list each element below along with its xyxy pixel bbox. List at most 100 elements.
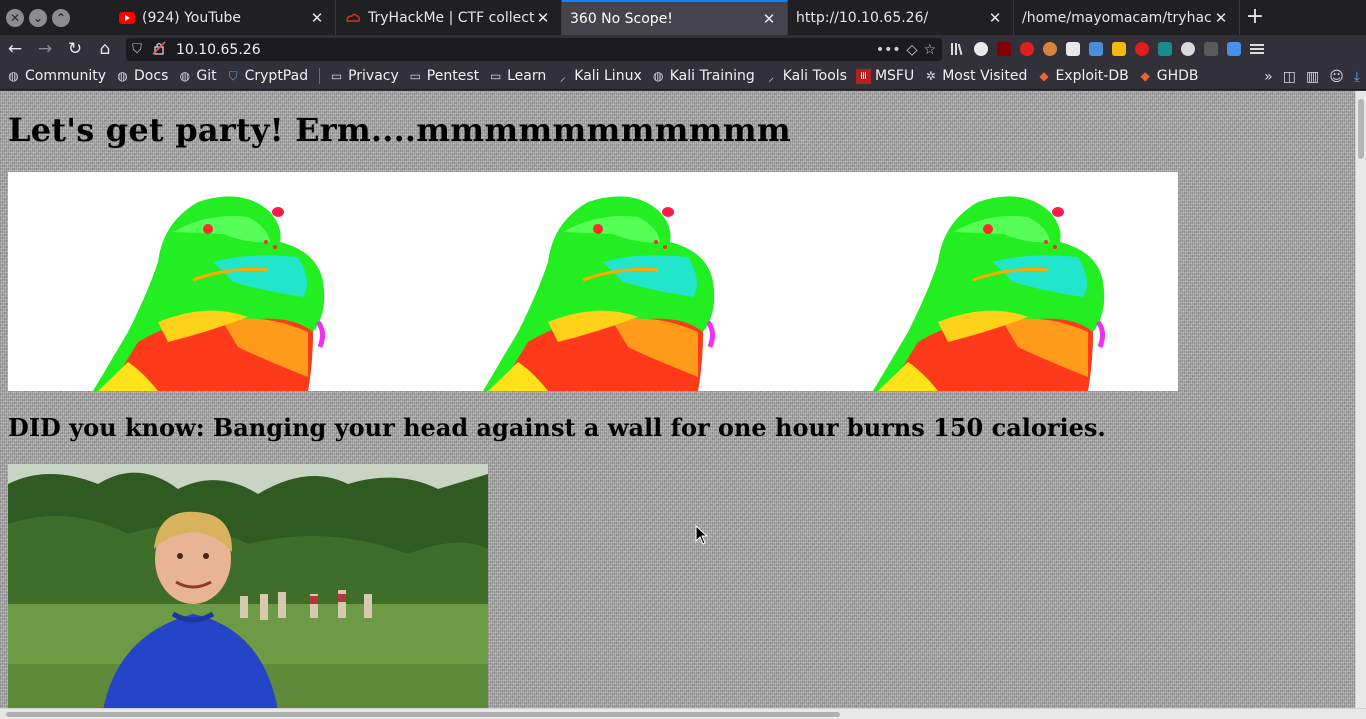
red-s-icon[interactable]	[1130, 35, 1153, 63]
bookmark-label: Exploit-DB	[1055, 68, 1129, 84]
pocket-icon[interactable]: ◇	[907, 42, 918, 58]
url-bar[interactable]: ⛉ 10.10.65.26 ••• ◇ ☆	[126, 38, 942, 61]
mask-icon[interactable]: ☺	[1329, 69, 1344, 85]
tab-title: 360 No Scope!	[570, 10, 673, 27]
bookmark-docs[interactable]: ◍ Docs	[115, 68, 168, 84]
bookmark-kali-training[interactable]: ◍ Kali Training	[651, 68, 755, 84]
tab-close-icon[interactable]: ✕	[535, 9, 551, 27]
tab-ip-address[interactable]: http://10.10.65.26/ ✕	[788, 0, 1014, 35]
bookmark-label: MSFU	[874, 68, 915, 84]
horizontal-scrollbar-thumb[interactable]	[6, 712, 840, 717]
globe-icon: ◍	[8, 69, 19, 83]
bookmark-label: Learn	[507, 68, 547, 84]
globe-icon: ◍	[652, 69, 664, 83]
bookmark-kali-tools[interactable]: ⸝ Kali Tools	[764, 68, 847, 84]
kali-icon: ⸝	[559, 69, 566, 84]
cookie-icon[interactable]	[1038, 35, 1061, 63]
shield-icon[interactable]: ⛉	[126, 42, 148, 57]
window-controls: ✕ ⌄ ⌃	[0, 0, 110, 35]
translate-icon[interactable]	[1222, 35, 1245, 63]
tab-close-icon[interactable]: ✕	[761, 10, 777, 28]
tab-local-file[interactable]: /home/mayomacam/tryhack ✕	[1014, 0, 1240, 35]
terminal-icon[interactable]	[1107, 35, 1130, 63]
sidebar-icon[interactable]: ◫	[1283, 69, 1296, 85]
more-bookmarks-button[interactable]: »	[1264, 69, 1273, 85]
bookmark-kali-linux[interactable]: ⸝ Kali Linux	[555, 68, 642, 84]
exploitdb-icon: ◆	[1140, 69, 1150, 83]
reload-button[interactable]: ↻	[60, 35, 90, 63]
home-button[interactable]: ⌂	[90, 35, 120, 63]
bookmark-label: Kali Tools	[782, 68, 847, 84]
stop-icon[interactable]	[1015, 35, 1038, 63]
ninja-icon[interactable]	[969, 35, 992, 63]
gear-icon[interactable]	[1176, 35, 1199, 63]
toolbox-icon[interactable]: ▥	[1306, 69, 1319, 85]
extensions-toolbar	[946, 35, 1268, 63]
window-maximize-button[interactable]: ⌃	[52, 8, 70, 27]
library-icon[interactable]	[946, 35, 969, 63]
bookmark-msfu[interactable]: Ⅲ MSFU	[855, 68, 915, 84]
ublock-icon[interactable]	[992, 35, 1015, 63]
browser-window: ✕ ⌄ ⌃ (924) YouTube ✕ TryHackMe | CTF co…	[0, 0, 1366, 719]
youtube-icon	[118, 10, 136, 26]
tab-close-icon[interactable]: ✕	[309, 9, 325, 27]
bookmark-label: GHDB	[1156, 68, 1199, 84]
tab-close-icon[interactable]: ✕	[1213, 9, 1229, 27]
window-close-button[interactable]: ✕	[6, 8, 24, 27]
bookmark-community[interactable]: ◍ Community	[6, 68, 106, 84]
url-actions: ••• ◇ ☆	[876, 42, 942, 58]
bookmark-label: Privacy	[348, 68, 399, 84]
bookmark-most-visited[interactable]: ✲ Most Visited	[923, 68, 1028, 84]
pepe-banner-image	[8, 172, 1178, 391]
globe-icon: ◍	[179, 69, 191, 83]
tab-strip: ✕ ⌄ ⌃ (924) YouTube ✕ TryHackMe | CTF co…	[0, 0, 1366, 35]
bookmark-label: Docs	[134, 68, 169, 84]
bookmark-git[interactable]: ◍ Git	[177, 68, 217, 84]
url-text[interactable]: 10.10.65.26	[176, 42, 876, 58]
bookmark-star-icon[interactable]: ☆	[923, 42, 936, 58]
tab-close-icon[interactable]: ✕	[987, 9, 1003, 27]
exploitdb-icon: ◆	[1039, 69, 1049, 83]
grid-icon[interactable]	[1061, 35, 1084, 63]
bird-icon[interactable]	[1084, 35, 1107, 63]
bookmark-ghdb[interactable]: ◆ GHDB	[1138, 68, 1199, 84]
bookmark-folder-privacy[interactable]: ▭ Privacy	[329, 68, 399, 84]
folder-icon: ▭	[489, 69, 502, 83]
kid-thumbs-up-gif	[8, 464, 488, 708]
bookmarks-bar: ◍ Community ◍ Docs ◍ Git ⛉ CryptPad ▭ Privacy…	[0, 63, 1366, 90]
folder-icon: ▭	[409, 69, 421, 83]
bookmark-label: Git	[196, 68, 217, 84]
new-tab-button[interactable]: +	[1240, 0, 1270, 35]
tab-360-no-scope[interactable]: 360 No Scope! ✕	[562, 0, 788, 35]
shield-icon: ⛉	[228, 68, 238, 83]
back-button[interactable]: ←	[0, 35, 30, 63]
bookmark-label: Kali Training	[669, 68, 755, 84]
bookmark-folder-learn[interactable]: ▭ Learn	[488, 68, 546, 84]
bookmarks-right-tools: » ◫ ▥ ☺ ⤓	[1264, 63, 1360, 90]
horizontal-scrollbar[interactable]	[0, 708, 1366, 719]
download-icon[interactable]: ⤓	[1354, 69, 1360, 85]
tab-title: (924) YouTube	[142, 9, 242, 26]
pepe-frog-image	[8, 172, 398, 391]
page-actions-button[interactable]: •••	[876, 42, 901, 58]
menu-icon[interactable]	[1245, 35, 1268, 63]
tryhackme-icon	[344, 10, 362, 26]
n-icon[interactable]	[1153, 35, 1176, 63]
insecure-lock-icon[interactable]	[148, 40, 170, 59]
forward-button[interactable]: →	[30, 35, 60, 63]
tab-title: /home/mayomacam/tryhack	[1022, 9, 1213, 26]
bookmark-exploit-db[interactable]: ◆ Exploit-DB	[1036, 68, 1128, 84]
pepe-frog-image	[788, 172, 1178, 391]
bookmark-cryptpad[interactable]: ⛉ CryptPad	[226, 68, 309, 84]
tab-youtube[interactable]: (924) YouTube ✕	[110, 0, 336, 35]
bookmark-label: Pentest	[426, 68, 480, 84]
bookmark-folder-pentest[interactable]: ▭ Pentest	[408, 68, 480, 84]
vertical-scrollbar[interactable]	[1355, 91, 1366, 708]
gear-icon: ✲	[925, 69, 936, 83]
kali-icon: ⸝	[768, 69, 775, 84]
ut-icon[interactable]	[1199, 35, 1222, 63]
vertical-scrollbar-thumb[interactable]	[1358, 99, 1364, 159]
bookmark-label: CryptPad	[244, 68, 309, 84]
tab-tryhackme[interactable]: TryHackMe | CTF collecti ✕	[336, 0, 562, 35]
window-minimize-button[interactable]: ⌄	[29, 8, 47, 27]
